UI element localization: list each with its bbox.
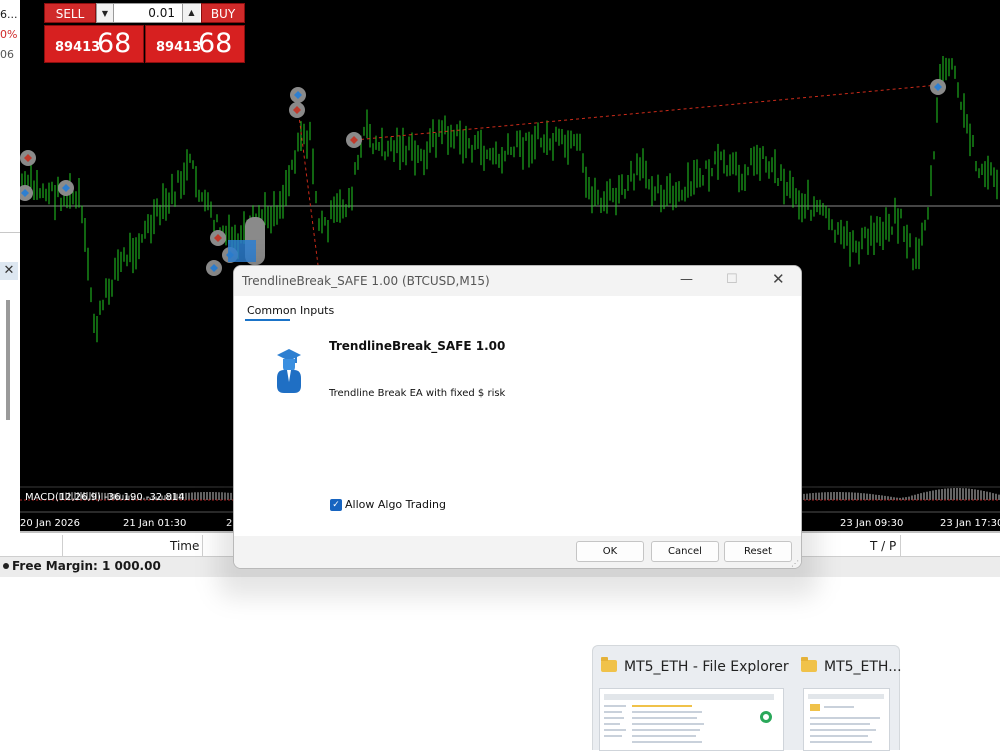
trade-marker-cluster-icon — [228, 240, 256, 262]
status-dot-icon — [3, 563, 9, 569]
trendline — [297, 107, 319, 266]
one-click-trading-panel: SELL ▼ 0.01 ▲ BUY 89413 68 89413 68 — [44, 3, 245, 63]
taskbar-thumbnail-popup: MT5_ETH - File Explorer MT5_ETH... — [592, 645, 902, 751]
preview-line — [604, 717, 624, 719]
preview-toolbar — [808, 694, 884, 699]
buy-button[interactable]: BUY — [201, 3, 245, 23]
thumbnail-title-text: MT5_ETH - File Explorer — [624, 659, 789, 675]
buy-price-big: 68 — [198, 28, 233, 59]
thumbnail-title-text: MT5_ETH... — [824, 659, 902, 675]
cancel-button[interactable]: Cancel — [651, 541, 719, 562]
sell-price-big: 68 — [97, 28, 132, 59]
buy-price-small: 89413 — [156, 40, 202, 55]
time-axis-label: 23 Jan 09:30 — [840, 518, 903, 529]
preview-line — [810, 717, 880, 719]
left-panel-text-3: 06 — [0, 48, 14, 61]
preview-line — [810, 741, 872, 743]
column-header-time[interactable]: Time — [170, 539, 199, 553]
preview-line — [604, 735, 622, 737]
preview-line — [604, 711, 622, 713]
left-panel-scrollbar[interactable] — [6, 300, 10, 420]
column-divider — [202, 535, 203, 557]
app-logo-icon — [760, 711, 772, 723]
column-header-tp[interactable]: T / P — [870, 539, 896, 553]
allow-algo-trading-checkbox[interactable]: ✓ — [330, 499, 342, 511]
folder-icon — [810, 704, 820, 711]
lot-decrease-button[interactable]: ▼ — [96, 3, 114, 23]
thumbnail-title[interactable]: MT5_ETH - File Explorer — [601, 657, 789, 675]
preview-line — [824, 706, 854, 708]
preview-line — [632, 729, 700, 731]
maximize-button[interactable]: ☐ — [726, 272, 738, 287]
dialog-footer: OK Cancel Reset ⋰ — [234, 536, 801, 568]
preview-line — [810, 729, 876, 731]
preview-line — [632, 717, 697, 719]
thumbnail-title[interactable]: MT5_ETH... — [801, 657, 902, 675]
preview-line — [810, 723, 870, 725]
sell-price-small: 89413 — [55, 40, 101, 55]
preview-toolbar — [604, 694, 774, 700]
resize-grip-icon[interactable]: ⋰ — [791, 559, 799, 568]
active-tab-indicator — [245, 319, 290, 321]
trendline — [354, 84, 939, 141]
preview-line — [604, 723, 620, 725]
left-panel-divider — [0, 232, 20, 233]
allow-algo-trading-label[interactable]: Allow Algo Trading — [345, 498, 446, 511]
minimize-button[interactable]: — — [680, 272, 693, 287]
left-panel: 6... 0% 06 ✕ — [0, 0, 20, 535]
preview-line — [604, 705, 626, 707]
sell-button[interactable]: SELL — [44, 3, 96, 23]
dialog-title: TrendlineBreak_SAFE 1.00 (BTCUSD,M15) — [242, 274, 490, 288]
expert-advisor-icon — [277, 349, 301, 393]
preview-line — [632, 711, 702, 713]
ea-name: TrendlineBreak_SAFE 1.00 — [329, 339, 506, 353]
macd-label: MACD(12,26,9) -36.190 -32.814 — [25, 492, 185, 503]
preview-line — [632, 705, 692, 707]
sell-price-button[interactable]: 89413 68 — [44, 25, 144, 63]
lot-increase-button[interactable]: ▲ — [182, 4, 200, 22]
folder-icon — [601, 657, 617, 672]
time-axis-label: 21 Jan 01:30 — [123, 518, 186, 529]
column-divider — [900, 535, 901, 557]
folder-icon — [801, 657, 817, 672]
preview-line — [604, 729, 626, 731]
left-panel-text-2: 0% — [0, 28, 18, 41]
file-explorer-preview[interactable] — [599, 688, 784, 751]
time-axis-label: 23 Jan 17:30 — [940, 518, 1000, 529]
file-properties-preview[interactable] — [803, 688, 890, 751]
buy-price-button[interactable]: 89413 68 — [145, 25, 245, 63]
reset-button[interactable]: Reset — [724, 541, 792, 562]
tab-common[interactable]: Common — [247, 304, 297, 317]
dialog-titlebar[interactable]: TrendlineBreak_SAFE 1.00 (BTCUSD,M15) — … — [234, 266, 801, 296]
ok-button[interactable]: OK — [576, 541, 644, 562]
preview-line — [632, 741, 702, 743]
left-panel-text-1: 6... — [0, 8, 18, 21]
preview-line — [632, 723, 704, 725]
close-button[interactable]: ✕ — [772, 270, 785, 288]
tab-inputs[interactable]: Inputs — [300, 304, 334, 317]
preview-line — [810, 735, 868, 737]
preview-line — [632, 735, 696, 737]
time-axis-label: 20 Jan 2026 — [20, 518, 80, 529]
close-icon[interactable]: ✕ — [0, 262, 18, 280]
column-divider — [62, 535, 63, 557]
ea-description: Trendline Break EA with fixed $ risk — [329, 388, 506, 399]
ea-properties-dialog: TrendlineBreak_SAFE 1.00 (BTCUSD,M15) — … — [233, 265, 802, 569]
free-margin-text: Free Margin: 1 000.00 — [12, 559, 161, 573]
